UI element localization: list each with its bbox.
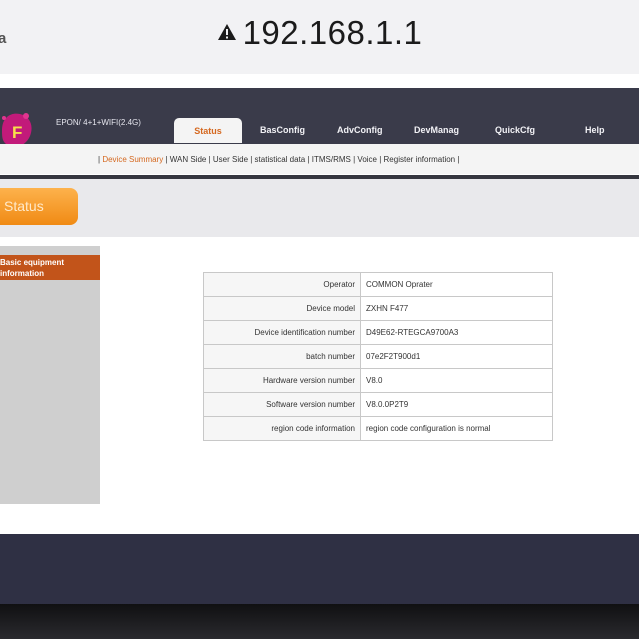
- tab-devmanag-label: DevManag: [414, 125, 460, 135]
- device-info-table: Operator COMMON Oprater Device model ZXHN F…: [203, 272, 553, 441]
- table-row: region code information region code confi…: [203, 416, 553, 441]
- tab-status[interactable]: Status: [174, 118, 242, 143]
- info-value: ZXHN F477: [360, 296, 553, 321]
- info-label: region code information: [203, 416, 361, 441]
- status-section-button[interactable]: Status: [0, 188, 78, 225]
- sidebar: Basic equipment information: [0, 246, 100, 504]
- sidebar-item-basic-equipment-information[interactable]: Basic equipment information: [0, 255, 100, 280]
- table-row: Device identification number D49E62-RTEGC…: [203, 320, 553, 345]
- tab-help-label: Help: [585, 125, 605, 135]
- info-value: 07e2F2T900d1: [360, 344, 553, 369]
- tab-basconfig-label: BasConfig: [260, 125, 305, 135]
- subnav-link-statistical-data[interactable]: statistical data: [255, 155, 306, 164]
- sub-navigation: | Device Summary | WAN Side | User Side …: [0, 144, 639, 174]
- table-row: Device model ZXHN F477: [203, 296, 553, 321]
- table-row: Software version number V8.0.0P2T9: [203, 392, 553, 417]
- subnav-links: | Device Summary | WAN Side | User Side …: [98, 155, 459, 164]
- sidebar-item-label-line2: information: [0, 269, 44, 278]
- info-value: COMMON Oprater: [360, 272, 553, 297]
- product-name: EPON/ 4+1+WIFI(2.4G): [56, 118, 141, 127]
- info-label: Hardware version number: [203, 368, 361, 393]
- info-label: Device model: [203, 296, 361, 321]
- subnav-link-voice[interactable]: Voice: [357, 155, 377, 164]
- tab-devmanag[interactable]: DevManag: [414, 125, 459, 135]
- table-row: batch number 07e2F2T900d1: [203, 344, 553, 369]
- subnav-link-user-side[interactable]: User Side: [213, 155, 248, 164]
- status-section-label: Status: [4, 198, 44, 214]
- router-admin-page: F EPON/ 4+1+WIFI(2.4G) Status BasConfig …: [0, 74, 639, 534]
- header-banner: F EPON/ 4+1+WIFI(2.4G) Status BasConfig …: [0, 88, 639, 147]
- info-value: V8.0: [360, 368, 553, 393]
- page-footer: [0, 534, 639, 604]
- subnav-link-wan-side[interactable]: WAN Side: [170, 155, 207, 164]
- screen-bezel: [0, 604, 639, 639]
- sidebar-item-label-line1: Basic equipment: [0, 258, 65, 267]
- warning-triangle-icon: [217, 24, 236, 41]
- url-display[interactable]: 192.168.1.1: [0, 14, 639, 52]
- info-value: V8.0.0P2T9: [360, 392, 553, 417]
- tab-quickcfg-label: QuickCfg: [495, 125, 536, 135]
- info-value: region code configuration is normal: [360, 416, 553, 441]
- tab-advconfig[interactable]: AdvConfig: [337, 125, 383, 135]
- info-value: D49E62-RTEGCA9700A3: [360, 320, 553, 345]
- logo-letter: F: [12, 123, 22, 142]
- table-row: Operator COMMON Oprater: [203, 272, 553, 297]
- subnav-separator: |: [455, 155, 460, 164]
- subnav-link-register-information[interactable]: Register information: [384, 155, 456, 164]
- info-label: Device identification number: [203, 320, 361, 345]
- url-text: 192.168.1.1: [242, 14, 423, 51]
- info-label: Software version number: [203, 392, 361, 417]
- tab-quickcfg[interactable]: QuickCfg: [495, 125, 535, 135]
- info-label: Operator: [203, 272, 361, 297]
- subnav-link-device-summary[interactable]: Device Summary: [102, 155, 163, 164]
- tab-advconfig-label: AdvConfig: [337, 125, 383, 135]
- tab-help[interactable]: Help: [585, 125, 605, 135]
- tab-basconfig[interactable]: BasConfig: [260, 125, 305, 135]
- tab-status-label: Status: [194, 126, 222, 136]
- table-row: Hardware version number V8.0: [203, 368, 553, 393]
- subnav-link-itms-rms[interactable]: ITMS/RMS: [312, 155, 351, 164]
- browser-address-bar[interactable]: a 192.168.1.1: [0, 0, 639, 75]
- info-label: batch number: [203, 344, 361, 369]
- section-bar: Status: [0, 179, 639, 237]
